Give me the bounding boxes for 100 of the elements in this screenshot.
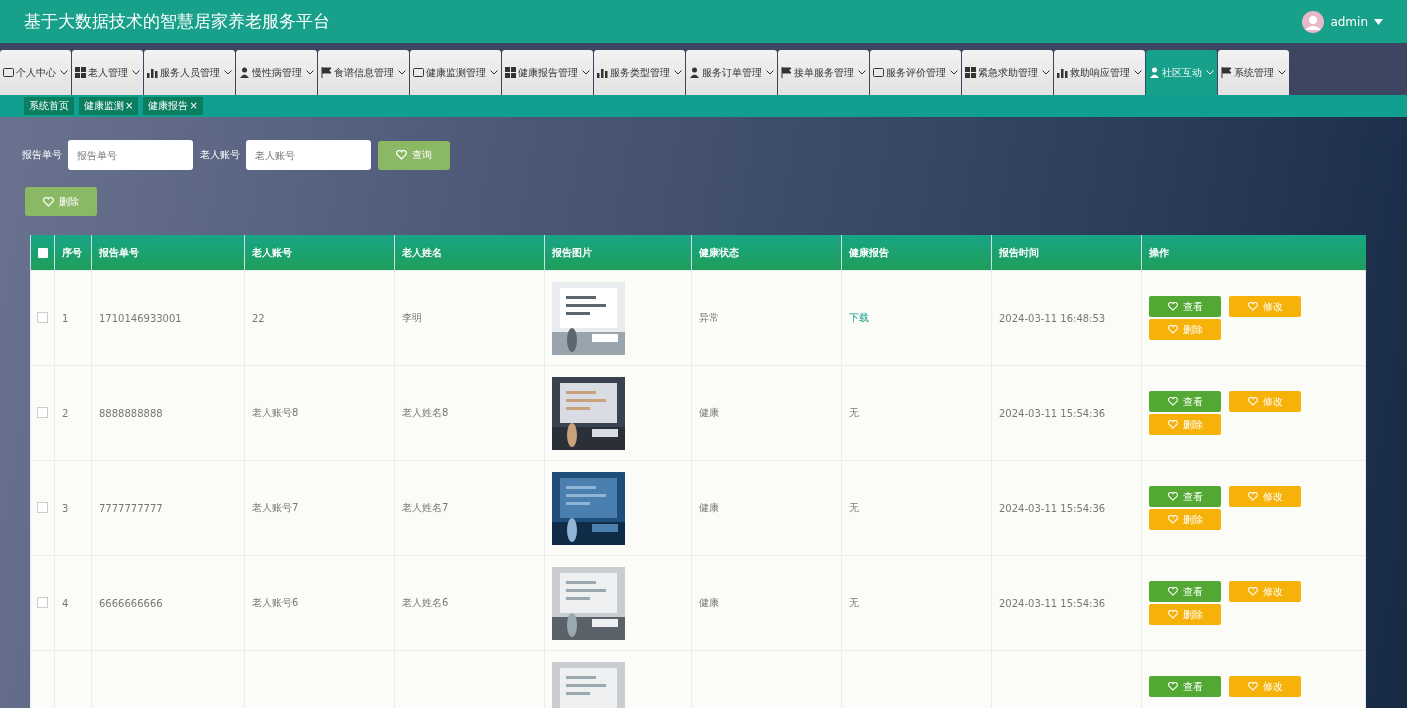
bar-chart-icon [1057,67,1068,78]
nav-tab[interactable]: 接单服务管理 [778,50,869,95]
table-cell: 老人姓名8 [402,407,449,418]
chevron-down-icon [132,70,140,75]
view-button[interactable]: 查看 [1149,581,1221,602]
nav-tab[interactable]: 服务评价管理 [870,50,961,95]
table-cell: 李明 [402,312,422,323]
person-icon [239,67,250,78]
nav-tab[interactable]: 紧急求助管理 [962,50,1053,95]
nav-tab[interactable]: 个人中心 [0,50,71,95]
table-cell: 老人姓名7 [402,502,449,513]
table-cell: 无 [849,407,859,418]
table-cell: 2024-03-11 15:54:36 [999,407,1106,419]
chevron-down-icon [1134,70,1142,75]
chevron-down-icon [766,70,774,75]
table-cell: 异常 [699,312,719,323]
nav-tab[interactable]: 救助响应管理 [1054,50,1145,95]
chevron-down-icon [1278,70,1286,75]
window-icon [3,67,14,78]
chevron-down-icon [674,70,682,75]
close-icon[interactable]: × [189,100,198,111]
view-button[interactable]: 查看 [1149,391,1221,412]
chevron-down-icon [60,70,68,75]
heart-icon [1167,302,1178,311]
table-cell: 1710146933001 [99,312,182,324]
grid-icon [75,67,86,78]
column-header: 健康状态 [691,235,842,271]
table-cell: 8888888888 [99,407,163,419]
chevron-down-icon [490,70,498,75]
table-cell: 1 [62,312,69,324]
nav-tab[interactable]: 服务人员管理 [144,50,235,95]
table-cell: 22 [252,312,265,324]
chevron-down-icon [1206,70,1214,75]
row-checkbox[interactable] [37,596,48,608]
table-cell: 无 [849,502,859,513]
nav-tab[interactable]: 健康监测管理 [410,50,501,95]
heart-icon [1167,325,1178,334]
app-title: 基于大数据技术的智慧居家养老服务平台 [24,10,330,33]
flag-icon [1221,67,1232,78]
flag-icon [781,67,792,78]
heart-icon [1247,682,1258,691]
table-cell: 4 [62,597,69,609]
heart-icon [1247,397,1258,406]
view-button[interactable]: 查看 [1149,486,1221,507]
nav-tab[interactable]: 老人管理 [72,50,143,95]
heart-icon [1167,397,1178,406]
nav-tab[interactable]: 食谱信息管理 [318,50,409,95]
chevron-down-icon [398,70,406,75]
table-cell: 无 [849,597,859,608]
heart-icon [1167,610,1178,619]
user-menu[interactable]: admin [1330,14,1368,29]
row-checkbox[interactable] [37,311,48,323]
breadcrumb-tab[interactable]: 健康报告× [143,97,203,115]
field-label: 老人账号 [200,148,240,162]
window-icon [873,67,884,78]
column-header: 报告单号 [91,235,245,271]
heart-icon [1167,420,1178,429]
heart-icon [1167,682,1178,691]
nav-tab[interactable]: 系统管理 [1218,50,1289,95]
search-field[interactable]: 报告单号 [68,140,193,170]
table-cell: 7777777777 [99,502,163,514]
column-header: 操作 [1141,235,1366,271]
nav-tab[interactable]: 社区互动 [1146,50,1217,95]
table-cell: 老人姓名6 [402,597,449,608]
chevron-down-icon [858,70,866,75]
window-icon [413,67,424,78]
chevron-down-icon [306,70,314,75]
avatar-icon[interactable] [1302,10,1325,33]
heart-icon [43,196,54,207]
row-checkbox[interactable] [37,406,48,418]
view-button[interactable]: 查看 [1149,676,1221,697]
grid-icon [965,67,976,78]
table-cell: 老人账号6 [252,597,299,608]
row-checkbox[interactable] [37,501,48,513]
table-cell: 2024-03-11 16:48:53 [999,312,1106,324]
caret-icon[interactable] [1374,18,1383,25]
column-header: 健康报告 [841,235,992,271]
person-icon [1149,67,1160,78]
nav-tab[interactable]: 慢性病管理 [236,50,317,95]
column-header: 报告时间 [991,235,1142,271]
nav-tab[interactable]: 健康报告管理 [502,50,593,95]
table-cell: 2024-03-11 15:54:36 [999,502,1106,514]
nav-tab[interactable]: 服务订单管理 [686,50,777,95]
breadcrumb-tab[interactable]: 健康监测× [79,97,139,115]
heart-icon [1247,492,1258,501]
heart-icon [1167,515,1178,524]
grid-icon [505,67,516,78]
heart-icon [1167,492,1178,501]
search-field[interactable]: 老人账号 [246,140,371,170]
view-button[interactable]: 查看 [1149,296,1221,317]
table-cell: 健康 [699,597,719,608]
download-link[interactable]: 下载 [849,312,869,323]
breadcrumb-tab[interactable]: 系统首页 [24,97,74,115]
close-icon[interactable]: × [125,100,134,111]
field-label: 报告单号 [22,148,62,162]
heart-icon [1167,587,1178,596]
nav-tab[interactable]: 服务类型管理 [594,50,685,95]
select-all-checkbox[interactable] [37,248,48,258]
heart-icon [396,150,407,160]
column-header: 序号 [54,235,92,271]
